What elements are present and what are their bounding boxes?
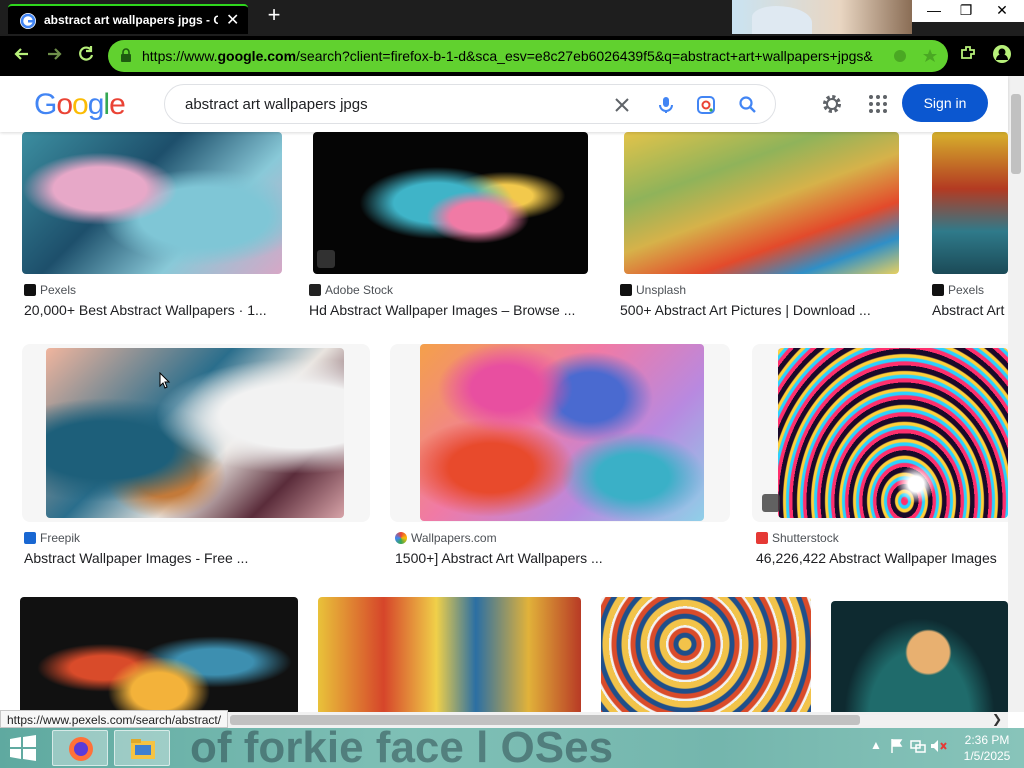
pexels-icon	[24, 284, 36, 296]
scroll-right-arrow-icon[interactable]: ❯	[992, 712, 1002, 726]
result-image[interactable]	[831, 601, 1008, 712]
google-logo[interactable]: Google	[34, 88, 126, 122]
taskbar-file-explorer-button[interactable]	[114, 730, 170, 766]
system-tray: ▲	[870, 736, 950, 760]
result-source[interactable]: Unsplash	[620, 283, 686, 297]
site-info-icon[interactable]	[120, 48, 132, 62]
freepik-icon	[24, 532, 36, 544]
close-window-button[interactable]: ✕	[984, 0, 1020, 22]
result-source[interactable]: Shutterstock	[756, 531, 839, 545]
back-arrow-icon[interactable]	[10, 44, 34, 68]
result-caption[interactable]: 1500+] Abstract Art Wallpapers ...	[395, 550, 725, 566]
clock-time: 2:36 PM	[964, 733, 1010, 747]
navigation-toolbar: https://www.google.com/search?client=fir…	[0, 36, 1024, 76]
reader-mode-icon[interactable]	[892, 48, 908, 64]
result-image[interactable]	[313, 132, 588, 274]
browser-tab-active[interactable]: abstract art wallpapers jpgs - Goo ✕	[8, 4, 248, 34]
reload-icon[interactable]	[74, 44, 98, 68]
search-input[interactable]: abstract art wallpapers jpgs	[185, 96, 368, 113]
result-caption[interactable]: 500+ Abstract Art Pictures | Download ..…	[620, 302, 888, 318]
result-caption[interactable]: 46,226,422 Abstract Wallpaper Images	[756, 550, 1008, 566]
result-image[interactable]	[932, 132, 1008, 274]
image-results-grid: Pexels 20,000+ Best Abstract Wallpapers …	[0, 132, 1008, 712]
settings-gear-icon[interactable]	[820, 92, 844, 116]
new-tab-button[interactable]: +	[262, 4, 286, 28]
minimize-button[interactable]: —	[916, 0, 952, 22]
extensions-puzzle-icon[interactable]	[956, 44, 980, 68]
account-avatar-icon[interactable]	[990, 44, 1014, 68]
result-image[interactable]	[318, 597, 581, 712]
browser-title-bar: abstract art wallpapers jpgs - Goo ✕ + —…	[0, 0, 1024, 36]
url-text[interactable]: https://www.google.com/search?client=fir…	[142, 48, 882, 64]
logo-letter: o	[56, 88, 73, 121]
close-tab-icon[interactable]: ✕	[226, 10, 239, 30]
result-source[interactable]: Freepik	[24, 531, 80, 545]
sign-in-button[interactable]: Sign in	[902, 84, 988, 122]
taskbar-clock[interactable]: 2:36 PM 1/5/2025	[952, 732, 1022, 764]
lens-search-icon[interactable]	[695, 94, 717, 116]
result-image[interactable]	[22, 132, 282, 274]
vertical-scrollbar[interactable]	[1008, 76, 1024, 712]
unsplash-icon	[620, 284, 632, 296]
adobe-stock-icon	[309, 284, 321, 296]
vertical-scroll-thumb[interactable]	[1011, 94, 1021, 174]
windows-taskbar: of forkie face l OSes ▲ 2:36 PM 1/5/2025	[0, 728, 1024, 768]
result-image[interactable]	[601, 597, 811, 712]
taskbar-firefox-button[interactable]	[52, 730, 108, 766]
logo-letter: e	[109, 88, 126, 121]
result-source[interactable]: Pexels	[932, 283, 984, 297]
shutterstock-icon	[756, 532, 768, 544]
google-header: Google abstract art wallpapers jpgs Sign…	[0, 76, 1008, 132]
url-bar[interactable]: https://www.google.com/search?client=fir…	[108, 40, 948, 72]
mouse-pointer-icon	[159, 372, 171, 389]
search-box[interactable]: abstract art wallpapers jpgs	[164, 84, 776, 124]
voice-search-microphone-icon[interactable]	[655, 94, 677, 116]
logo-letter: G	[34, 88, 57, 121]
result-caption[interactable]: Hd Abstract Wallpaper Images – Browse ..…	[309, 302, 589, 318]
clear-search-icon[interactable]	[611, 94, 633, 116]
wallpaper-banner-text: of forkie face l OSes	[190, 728, 614, 768]
show-hidden-icons-icon[interactable]: ▲	[870, 738, 882, 752]
volume-muted-icon[interactable]	[930, 738, 948, 754]
result-caption[interactable]: Abstract Wallpaper Images - Free ...	[24, 550, 364, 566]
result-caption[interactable]: 20,000+ Best Abstract Wallpapers · 1...	[24, 302, 286, 318]
result-image[interactable]	[420, 344, 704, 521]
google-apps-grid-icon[interactable]	[866, 92, 890, 116]
maximize-button[interactable]: ❐	[948, 0, 984, 22]
result-image[interactable]	[778, 348, 1008, 518]
action-center-flag-icon[interactable]	[890, 738, 904, 754]
result-image[interactable]	[46, 348, 344, 518]
bookmark-star-icon[interactable]	[922, 48, 938, 64]
window-controls: — ❐ ✕	[912, 0, 1024, 22]
image-badge-icon	[317, 250, 335, 268]
result-caption[interactable]: Abstract Art	[932, 302, 1008, 318]
horizontal-scroll-thumb[interactable]	[230, 715, 860, 725]
google-favicon-icon	[20, 13, 36, 29]
search-icon[interactable]	[737, 94, 759, 116]
image-badge-icon	[762, 494, 780, 512]
result-image[interactable]	[20, 597, 298, 712]
logo-letter: o	[72, 88, 89, 121]
result-image[interactable]	[624, 132, 899, 274]
logo-letter: g	[87, 88, 105, 121]
result-source[interactable]: Pexels	[24, 283, 76, 297]
clock-date: 1/5/2025	[963, 749, 1011, 763]
status-bar-url: https://www.pexels.com/search/abstract/	[0, 710, 229, 728]
result-source[interactable]: Wallpapers.com	[395, 531, 497, 545]
background-window-thumbnail	[732, 0, 912, 34]
tab-title: abstract art wallpapers jpgs - Goo	[44, 13, 218, 27]
windows-start-icon[interactable]	[8, 734, 38, 762]
pexels-icon	[932, 284, 944, 296]
forward-arrow-icon[interactable]	[42, 44, 66, 68]
network-icon[interactable]	[910, 738, 926, 754]
wallpapers-com-icon	[395, 532, 407, 544]
result-source[interactable]: Adobe Stock	[309, 283, 393, 297]
